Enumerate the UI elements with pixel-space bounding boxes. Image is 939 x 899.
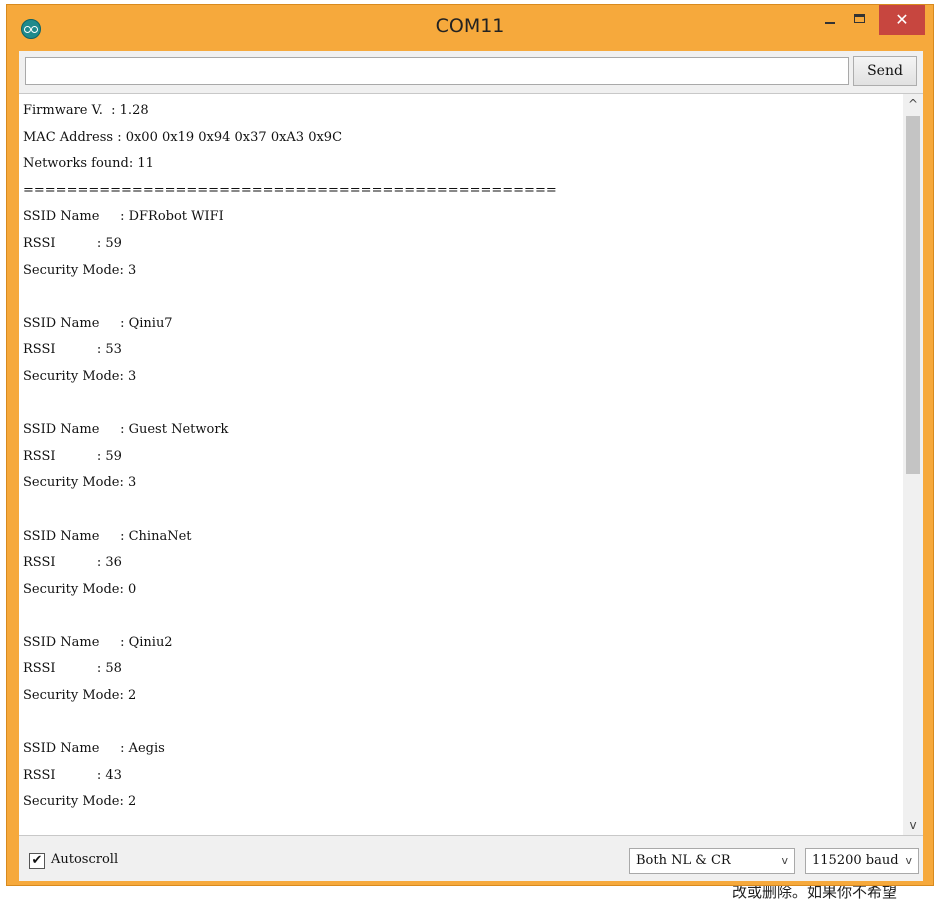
maximize-button[interactable] xyxy=(845,5,875,35)
output-line: SSID Name : Qiniu2 xyxy=(23,634,173,650)
chevron-down-icon: v xyxy=(905,854,912,867)
title-bar[interactable]: COM11 ✕ xyxy=(7,5,933,51)
output-line: SSID Name : Guest Network xyxy=(23,422,229,438)
output-line: Security Mode: 2 xyxy=(23,688,137,704)
output-line: SSID Name : ChinaNet xyxy=(23,528,192,544)
background-page-text: 改或删除。如果你不希望 xyxy=(732,886,898,899)
line-ending-value: Both NL & CR xyxy=(636,853,731,868)
output-line: RSSI : 59 xyxy=(23,448,122,464)
output-line: RSSI : 59 xyxy=(23,235,122,251)
line-ending-select[interactable]: Both NL & CR v xyxy=(629,848,795,874)
minimize-icon xyxy=(825,22,835,24)
scroll-thumb[interactable] xyxy=(906,116,920,474)
chevron-down-icon[interactable]: v xyxy=(903,815,923,835)
output-line: RSSI : 43 xyxy=(23,767,122,783)
output-line: Firmware V. : 1.28 xyxy=(23,103,149,118)
autoscroll-label: Autoscroll xyxy=(51,852,119,867)
maximize-icon xyxy=(854,14,865,23)
output-line: Security Mode: 0 xyxy=(23,581,137,597)
send-row: Send xyxy=(19,51,923,93)
output-line: MAC Address : 0x00 0x19 0x94 0x37 0xA3 0… xyxy=(23,129,343,145)
output-line: RSSI : 58 xyxy=(23,661,122,677)
serial-output[interactable]: Firmware V. : 1.28 MAC Address : 0x00 0x1… xyxy=(19,93,923,836)
status-bar: ✔ Autoscroll Both NL & CR v 115200 baud … xyxy=(19,836,923,881)
output-line: SSID Name : Aegis xyxy=(23,741,165,757)
output-line: RSSI : 53 xyxy=(23,342,122,358)
chevron-up-icon[interactable]: ^ xyxy=(903,94,923,114)
baud-rate-select[interactable]: 115200 baud v xyxy=(805,848,919,874)
autoscroll-checkbox[interactable]: ✔ xyxy=(29,853,45,869)
serial-monitor-window: COM11 ✕ Send Firmware V. : 1.28 MAC Addre… xyxy=(6,4,934,886)
output-lines: Firmware V. : 1.28 MAC Address : 0x00 0x1… xyxy=(23,98,899,816)
vertical-scrollbar[interactable]: ^ v xyxy=(903,94,923,835)
send-button[interactable]: Send xyxy=(853,56,917,86)
client-area: Send Firmware V. : 1.28 MAC Address : 0x0… xyxy=(19,51,923,881)
close-button[interactable]: ✕ xyxy=(879,5,925,35)
chevron-down-icon: v xyxy=(781,854,788,867)
output-line: RSSI : 36 xyxy=(23,555,122,571)
output-line: Networks found: 11 xyxy=(23,156,154,172)
output-line: Security Mode: 3 xyxy=(23,368,137,384)
output-line: SSID Name : DFRobot WIFI xyxy=(23,209,224,225)
output-line: ========================================… xyxy=(23,182,557,198)
output-line: Security Mode: 2 xyxy=(23,794,137,810)
output-line: Security Mode: 3 xyxy=(23,475,137,491)
output-line: Security Mode: 3 xyxy=(23,262,137,278)
send-input[interactable] xyxy=(25,57,849,85)
window-title: COM11 xyxy=(435,15,505,37)
baud-rate-value: 115200 baud xyxy=(812,853,899,868)
output-line: SSID Name : Qiniu7 xyxy=(23,315,173,331)
minimize-button[interactable] xyxy=(815,5,845,35)
